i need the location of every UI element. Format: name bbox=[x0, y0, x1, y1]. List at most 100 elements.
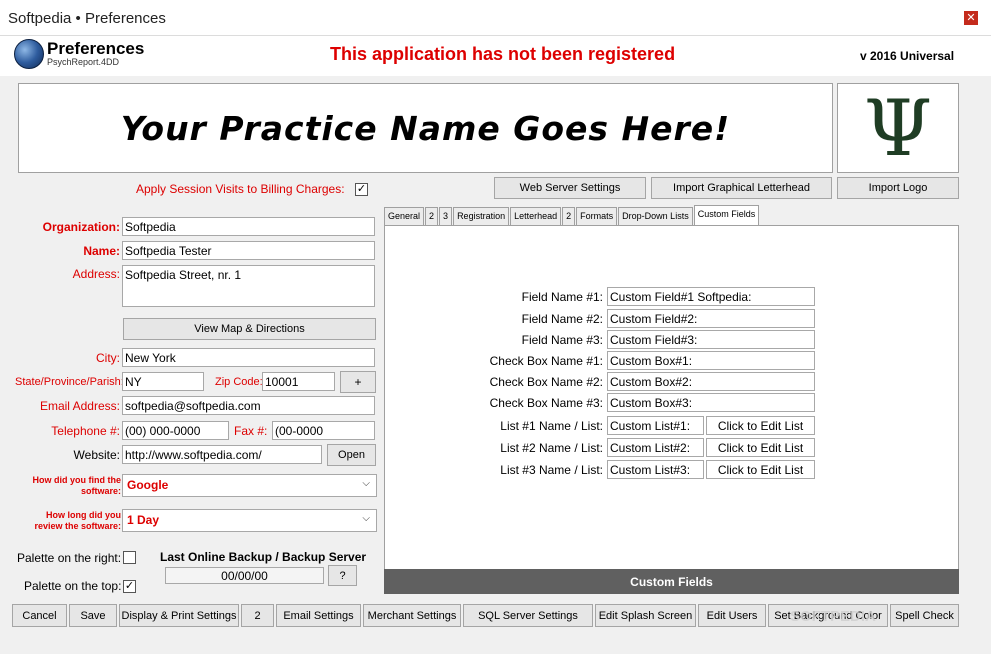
display-print-settings-button[interactable]: Display & Print Settings bbox=[119, 604, 239, 627]
found-software-label-line2: software: bbox=[80, 486, 121, 496]
field-name-2-label: Field Name #2: bbox=[521, 312, 603, 326]
list-2-label: List #2 Name / List: bbox=[500, 441, 603, 455]
checkbox-name-1-input[interactable]: Custom Box#1: bbox=[607, 351, 815, 370]
list-3-label: List #3 Name / List: bbox=[500, 463, 603, 477]
open-website-button[interactable]: Open bbox=[327, 444, 376, 466]
checkbox-name-2-label: Check Box Name #2: bbox=[489, 375, 603, 389]
header-subtitle: PsychReport.4DD bbox=[47, 57, 120, 67]
merchant-settings-button[interactable]: Merchant Settings bbox=[363, 604, 461, 627]
palette-right-label: Palette on the right: bbox=[17, 551, 122, 565]
edit-list-2-button[interactable]: Click to Edit List bbox=[706, 438, 815, 457]
field-name-2-input[interactable]: Custom Field#2: bbox=[607, 309, 815, 328]
organization-field[interactable]: Softpedia bbox=[122, 217, 375, 236]
sql-server-settings-button[interactable]: SQL Server Settings bbox=[463, 604, 593, 627]
chevron-down-icon: ⌵ bbox=[362, 478, 370, 489]
review-software-label-line1: How long did you bbox=[46, 510, 121, 520]
spell-check-button[interactable]: Spell Check bbox=[890, 604, 959, 627]
backup-value: 00/00/00 bbox=[165, 567, 324, 584]
tab-letterhead-2[interactable]: 2 bbox=[562, 207, 576, 225]
registration-warning: This application has not been registered bbox=[330, 44, 676, 64]
field-name-3-label: Field Name #3: bbox=[521, 333, 603, 347]
city-field[interactable]: New York bbox=[122, 348, 375, 367]
tab-letterhead[interactable]: Letterhead bbox=[510, 207, 562, 225]
edit-list-1-button[interactable]: Click to Edit List bbox=[706, 416, 815, 435]
import-letterhead-button[interactable]: Import Graphical Letterhead bbox=[651, 177, 832, 199]
tab-registration[interactable]: Registration bbox=[453, 207, 510, 225]
website-field[interactable]: http://www.softpedia.com/ bbox=[122, 445, 322, 464]
billing-label: Apply Session Visits to Billing Charges: bbox=[136, 182, 345, 196]
review-software-select[interactable]: 1 Day ⌵ bbox=[122, 509, 377, 532]
edit-list-3-button[interactable]: Click to Edit List bbox=[706, 460, 815, 479]
city-label: City: bbox=[96, 351, 120, 365]
telephone-field[interactable]: (00) 000-0000 bbox=[122, 421, 229, 440]
list-2-input[interactable]: Custom List#2: bbox=[607, 438, 704, 457]
tab-drop-down-lists[interactable]: Drop-Down Lists bbox=[618, 207, 693, 225]
save-button[interactable]: Save bbox=[69, 604, 117, 627]
review-software-label: How long did you review the software: bbox=[10, 510, 121, 532]
address-field[interactable]: Softpedia Street, nr. 1 bbox=[122, 265, 375, 307]
field-name-1-label: Field Name #1: bbox=[521, 290, 603, 304]
email-label: Email Address: bbox=[39, 399, 120, 413]
watermark: SOFTPEDIA bbox=[790, 608, 876, 625]
display-print-settings-2-button[interactable]: 2 bbox=[241, 604, 274, 627]
edit-splash-screen-button[interactable]: Edit Splash Screen bbox=[595, 604, 696, 627]
list-1-label: List #1 Name / List: bbox=[500, 419, 603, 433]
cancel-button[interactable]: Cancel bbox=[12, 604, 67, 627]
zip-field[interactable]: 10001 bbox=[262, 372, 335, 391]
review-software-label-line2: review the software: bbox=[34, 521, 121, 531]
checkbox-name-3-label: Check Box Name #3: bbox=[489, 396, 603, 410]
tab-general[interactable]: General bbox=[384, 207, 425, 225]
organization-label: Organization: bbox=[42, 220, 120, 234]
version-label: v 2016 Universal bbox=[860, 49, 955, 63]
backup-title: Last Online Backup / Backup Server bbox=[160, 550, 367, 564]
state-label: State/Province/Parish: bbox=[15, 376, 124, 388]
website-label: Website: bbox=[73, 448, 120, 462]
zip-label: Zip Code: bbox=[215, 376, 263, 388]
address-label: Address: bbox=[72, 267, 120, 281]
letterhead-banner: Your Practice Name Goes Here! bbox=[18, 83, 833, 173]
globe-icon bbox=[14, 39, 44, 69]
field-name-3-input[interactable]: Custom Field#3: bbox=[607, 330, 815, 349]
telephone-label: Telephone #: bbox=[51, 424, 120, 438]
email-settings-button[interactable]: Email Settings bbox=[276, 604, 361, 627]
field-name-1-input[interactable]: Custom Field#1 Softpedia: bbox=[607, 287, 815, 306]
checkbox-name-3-input[interactable]: Custom Box#3: bbox=[607, 393, 815, 412]
web-server-settings-button[interactable]: Web Server Settings bbox=[494, 177, 646, 199]
state-field[interactable]: NY bbox=[122, 372, 204, 391]
review-software-value: 1 Day bbox=[127, 513, 160, 527]
psi-logo-icon: Ψ bbox=[837, 83, 959, 174]
tab-formats[interactable]: Formats bbox=[576, 207, 618, 225]
found-software-label: How did you find the software: bbox=[10, 475, 122, 497]
palette-top-label: Palette on the top: bbox=[24, 579, 122, 593]
name-label: Name: bbox=[83, 244, 120, 258]
found-software-value: Google bbox=[127, 478, 169, 492]
fax-field[interactable]: (00-0000 bbox=[272, 421, 375, 440]
backup-help-button[interactable]: ? bbox=[328, 565, 357, 586]
name-field[interactable]: Softpedia Tester bbox=[122, 241, 375, 260]
list-3-input[interactable]: Custom List#3: bbox=[607, 460, 704, 479]
title-bar: Softpedia • Preferences ✕ bbox=[0, 0, 991, 36]
found-software-label-line1: How did you find the bbox=[32, 475, 122, 485]
tab-custom-fields[interactable]: Custom Fields bbox=[693, 205, 760, 225]
header: Preferences PsychReport.4DD This applica… bbox=[0, 36, 991, 76]
email-field[interactable]: softpedia@softpedia.com bbox=[122, 396, 375, 415]
found-software-select[interactable]: Google ⌵ bbox=[122, 474, 377, 497]
tab-general-2[interactable]: 2 bbox=[425, 207, 439, 225]
header-title: Preferences bbox=[47, 39, 145, 58]
edit-users-button[interactable]: Edit Users bbox=[698, 604, 766, 627]
view-map-button[interactable]: View Map & Directions bbox=[123, 318, 376, 340]
palette-right-checkbox[interactable] bbox=[123, 551, 136, 564]
list-1-input[interactable]: Custom List#1: bbox=[607, 416, 704, 435]
tab-general-3[interactable]: 3 bbox=[439, 207, 453, 225]
billing-checkbox[interactable]: ✓ bbox=[355, 183, 368, 196]
panel-footer: Custom Fields bbox=[384, 569, 959, 594]
checkbox-name-1-label: Check Box Name #1: bbox=[489, 354, 603, 368]
checkbox-name-2-input[interactable]: Custom Box#2: bbox=[607, 372, 815, 391]
preferences-tabs: General 2 3 Registration Letterhead 2 Fo… bbox=[384, 205, 760, 226]
import-logo-button[interactable]: Import Logo bbox=[837, 177, 959, 199]
fax-label: Fax #: bbox=[234, 424, 268, 438]
close-icon[interactable]: ✕ bbox=[964, 11, 978, 25]
add-zip-button[interactable]: + bbox=[340, 371, 376, 393]
window-title: Softpedia • Preferences bbox=[8, 10, 166, 27]
palette-top-checkbox[interactable]: ✓ bbox=[123, 580, 136, 593]
